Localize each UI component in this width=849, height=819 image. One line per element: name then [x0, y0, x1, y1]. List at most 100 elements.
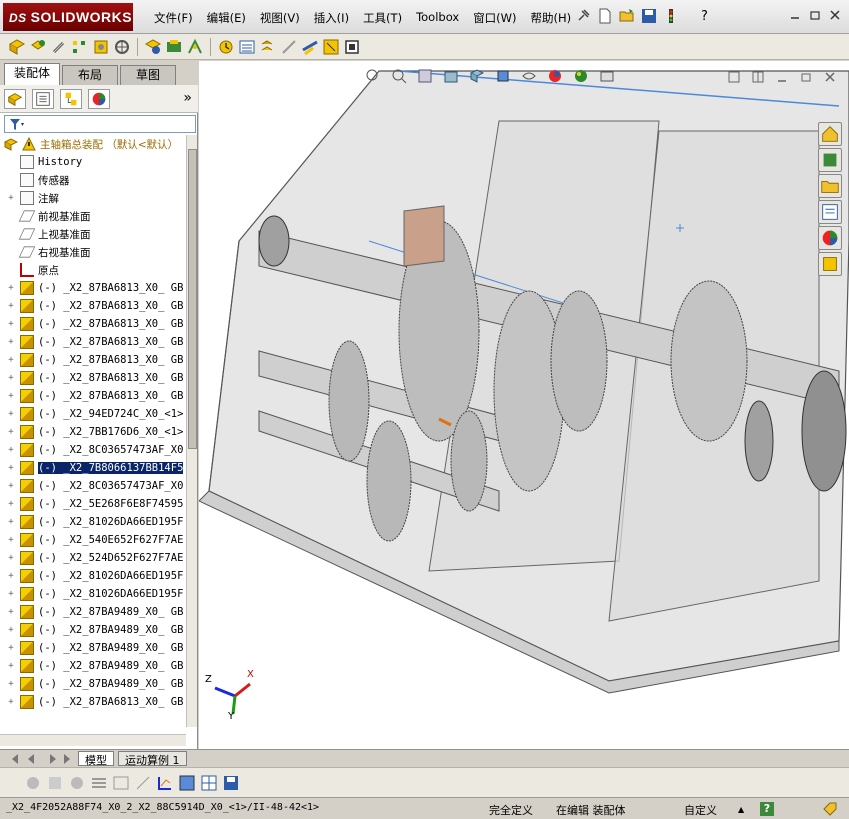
new-document-icon[interactable] [597, 8, 613, 24]
instant3d-icon[interactable] [343, 38, 361, 56]
animation-wizard-icon[interactable] [68, 774, 86, 792]
smart-fasteners-icon[interactable] [92, 38, 110, 56]
tree-component-row[interactable]: + (-) _X2_8C03657473AF_X0 [0, 441, 186, 459]
feature-manager-tab-icon[interactable] [4, 88, 26, 109]
appearances-scenes-icon[interactable] [818, 226, 842, 250]
zoom-to-area-icon[interactable] [391, 68, 407, 84]
move-component-icon[interactable] [113, 38, 131, 56]
configuration-manager-tab-icon[interactable] [60, 88, 82, 109]
tree-feature-row[interactable]: 传感器 [0, 171, 186, 189]
tree-horizontal-scrollbar[interactable] [0, 734, 186, 746]
section-view-icon[interactable] [443, 68, 459, 84]
tree-expand-toggle[interactable]: + [6, 337, 16, 347]
tree-component-row[interactable]: + (-) _X2_87BA6813_X0_ GB [0, 333, 186, 351]
tree-expand-toggle[interactable]: + [6, 517, 16, 527]
viewport-restore-icon[interactable] [800, 71, 812, 83]
save-icon[interactable] [641, 8, 657, 24]
tab-sketch[interactable]: 草图 [120, 65, 176, 85]
tree-component-row[interactable]: + (-) _X2_87BA6813_X0_ GB [0, 279, 186, 297]
tree-component-row[interactable]: + (-) _X2_87BA6813_X0_ GB [0, 369, 186, 387]
tree-component-row[interactable]: + (-) _X2_87BA9489_X0_ GB [0, 603, 186, 621]
tree-expand-toggle[interactable]: + [6, 679, 16, 689]
tree-expand-toggle[interactable]: + [6, 499, 16, 509]
tree-root-assembly[interactable]: 主轴箱总装配 （默认<默认） [0, 135, 186, 153]
tree-feature-row[interactable]: 右视基准面 [0, 243, 186, 261]
tree-component-row[interactable]: + (-) _X2_8C03657473AF_X0 [0, 477, 186, 495]
tree-expand-toggle[interactable]: + [6, 589, 16, 599]
tree-component-row[interactable]: + (-) _X2_540E652F627F7AE [0, 531, 186, 549]
list-icon[interactable] [90, 774, 108, 792]
tree-expand-toggle[interactable]: + [6, 661, 16, 671]
tree-feature-row[interactable]: 前视基准面 [0, 207, 186, 225]
grid-view-icon[interactable] [200, 774, 218, 792]
menu-help[interactable]: 帮助(H) [525, 10, 580, 26]
tree-expand-toggle[interactable]: + [6, 607, 16, 617]
tree-feature-row[interactable]: History [0, 153, 186, 171]
custom-properties-icon[interactable] [818, 252, 842, 276]
restore-icon[interactable] [809, 9, 821, 21]
filter-icon[interactable] [9, 118, 25, 132]
explode-line-sketch-icon[interactable] [280, 38, 298, 56]
close-icon[interactable] [829, 9, 841, 21]
results-plot-icon[interactable] [156, 774, 174, 792]
tree-feature-row[interactable]: 上视基准面 [0, 225, 186, 243]
edit-appearance-icon[interactable] [547, 68, 563, 84]
tree-expand-toggle[interactable]: + [6, 193, 16, 203]
tree-component-row[interactable]: + (-) _X2_5E268F6E8F74595 [0, 495, 186, 513]
tree-expand-toggle[interactable]: + [6, 643, 16, 653]
tree-component-row[interactable]: + (-) _X2_87BA6813_X0_ GB [0, 351, 186, 369]
tree-expand-toggle[interactable]: + [6, 535, 16, 545]
hide-show-items-icon[interactable] [521, 68, 537, 84]
tree-component-row[interactable]: + (-) _X2_87BA6813_X0_ GB [0, 297, 186, 315]
tree-expand-toggle[interactable]: + [6, 391, 16, 401]
show-hidden-icon[interactable] [144, 38, 162, 56]
tree-expand-toggle[interactable]: + [6, 319, 16, 329]
tree-component-row[interactable]: + (-) _X2_7B8066137BB14F5 [0, 459, 186, 477]
menu-tools[interactable]: 工具(T) [357, 10, 410, 26]
tree-expand-toggle[interactable]: + [6, 553, 16, 563]
graphics-area[interactable]: Z X Y [199, 61, 849, 749]
viewport-close-icon[interactable] [824, 71, 836, 83]
viewport-tile-vertical-icon[interactable] [752, 71, 764, 83]
mate-icon[interactable] [50, 38, 68, 56]
viewport-minimize-icon[interactable] [776, 71, 788, 83]
cube-view-icon[interactable] [178, 774, 196, 792]
design-library-icon[interactable] [818, 148, 842, 172]
tree-expand-toggle[interactable]: + [6, 463, 16, 473]
tree-expand-toggle[interactable]: + [6, 355, 16, 365]
pin-icon[interactable] [575, 8, 591, 24]
tree-expand-toggle[interactable]: + [6, 697, 16, 707]
tree-vertical-scrollbar[interactable] [186, 135, 197, 727]
tree-component-row[interactable]: + (-) _X2_87BA6813_X0_ GB [0, 693, 186, 711]
tab-assembly[interactable]: 装配体 [4, 63, 60, 85]
insert-component-icon[interactable] [8, 38, 26, 56]
tree-feature-row[interactable]: + 注解 [0, 189, 186, 207]
zoom-to-fit-icon[interactable] [365, 68, 381, 84]
menu-file[interactable]: 文件(F) [148, 10, 201, 26]
linear-pattern-icon[interactable] [71, 38, 89, 56]
view-palette-icon[interactable] [818, 200, 842, 224]
table-icon[interactable] [112, 774, 130, 792]
viewport-tile-icon[interactable] [728, 71, 740, 83]
new-part-icon[interactable] [29, 38, 47, 56]
menu-edit[interactable]: 编辑(E) [201, 10, 254, 26]
tree-filter-input[interactable] [4, 115, 196, 133]
status-units-caret[interactable]: ▲ [738, 805, 744, 814]
status-units[interactable]: 自定义 [684, 802, 717, 818]
timeline-icon[interactable] [134, 774, 152, 792]
solidworks-resources-icon[interactable] [818, 122, 842, 146]
open-folder-icon[interactable] [619, 8, 635, 24]
play-icon[interactable] [46, 774, 64, 792]
reference-geometry-icon[interactable] [186, 38, 204, 56]
tree-component-row[interactable]: + (-) _X2_81026DA66ED195F [0, 567, 186, 585]
tree-expand-toggle[interactable]: + [6, 445, 16, 455]
tree-component-row[interactable]: + (-) _X2_7BB176D6_X0_<1> [0, 423, 186, 441]
tree-component-row[interactable]: + (-) _X2_87BA9489_X0_ GB [0, 639, 186, 657]
panel-expand-button[interactable]: » [183, 90, 192, 106]
calc-icon[interactable] [24, 774, 42, 792]
tree-expand-toggle[interactable]: + [6, 373, 16, 383]
tree-component-row[interactable]: + (-) _X2_524D652F627F7AE [0, 549, 186, 567]
tab-layout[interactable]: 布局 [62, 65, 118, 85]
tree-component-row[interactable]: + (-) _X2_94ED724C_X0_<1> [0, 405, 186, 423]
apply-scene-icon[interactable] [573, 68, 589, 84]
